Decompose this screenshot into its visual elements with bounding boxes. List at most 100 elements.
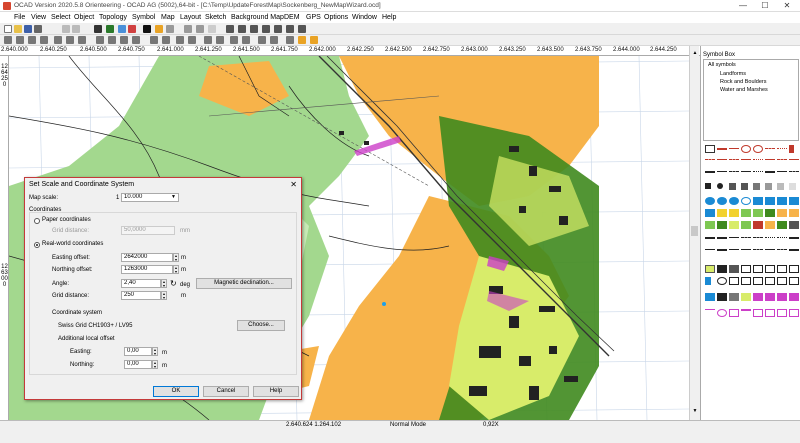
symbol-marked-route-icon[interactable] [741, 309, 751, 317]
reverse-icon[interactable] [78, 36, 86, 44]
symbol-minor-road-icon[interactable] [729, 237, 739, 245]
cancel-button[interactable]: Cancel [203, 386, 249, 397]
symbol-knoll-icon[interactable] [741, 145, 751, 153]
symbol-fodder-rack-icon[interactable] [777, 265, 787, 273]
symbol-rock-face-icon[interactable] [717, 171, 727, 179]
grid-toggle-icon[interactable] [310, 36, 318, 44]
symbol-rock-step-icon[interactable] [729, 171, 739, 179]
menu-layout[interactable]: Layout [180, 13, 201, 22]
symbol-form-line-icon[interactable] [729, 148, 739, 156]
symbol-large-boulder-icon[interactable] [717, 183, 723, 189]
symbol-ruined-fence-icon[interactable] [777, 249, 787, 257]
real-world-coordinates-radio[interactable] [34, 242, 40, 248]
edit-point-icon[interactable] [155, 25, 163, 33]
northing-offset-input[interactable]: 1263000 [121, 265, 173, 274]
pan-icon[interactable] [166, 25, 174, 33]
symbol-boulder-field-icon[interactable] [729, 183, 736, 190]
magnetic-declination-button[interactable]: Magnetic declination... [196, 278, 292, 289]
add-vertex-icon[interactable] [108, 36, 116, 44]
angle-stepper[interactable]: ▴ ▾ [161, 279, 167, 288]
symbol-step-icon[interactable] [789, 159, 799, 167]
area-icon[interactable] [286, 36, 294, 44]
circle-mode-icon[interactable] [250, 25, 258, 33]
symbol-boulder-line-icon[interactable] [765, 171, 775, 179]
symbol-lime-area-icon[interactable] [741, 293, 751, 301]
zoom-in-icon[interactable] [184, 25, 192, 33]
close-window-button[interactable]: ✕ [776, 0, 798, 12]
symbol-crossing-point-icon[interactable] [777, 309, 787, 317]
fill-icon[interactable] [230, 36, 238, 44]
symbol-lake-icon[interactable] [705, 197, 715, 205]
menu-object[interactable]: Object [74, 13, 94, 22]
symbol-contour-icon[interactable] [705, 145, 715, 153]
color-icon[interactable] [106, 25, 114, 33]
symbol-tunnel-icon[interactable] [729, 249, 739, 257]
symbol-power-line-icon[interactable] [705, 249, 715, 257]
symbol-terrace-icon[interactable] [777, 159, 787, 167]
symbol-track-icon[interactable] [741, 237, 751, 245]
info-icon[interactable] [216, 36, 224, 44]
straight-line-mode-icon[interactable] [274, 25, 282, 33]
dash-point-icon[interactable] [150, 36, 158, 44]
symbol-icon[interactable] [128, 25, 136, 33]
number-mode-icon[interactable] [298, 25, 306, 33]
symbol-main-road-icon[interactable] [717, 237, 727, 245]
easting-offset-stepper[interactable]: ▴ ▾ [173, 253, 179, 262]
print-icon[interactable] [34, 25, 42, 33]
additional-easting-input[interactable]: 0,00 [124, 347, 152, 356]
join-icon[interactable] [66, 36, 74, 44]
symbol-path-icon[interactable] [753, 237, 763, 245]
symbol-hedge-icon[interactable] [777, 221, 787, 229]
help-button[interactable]: Help [253, 386, 299, 397]
additional-northing-stepper[interactable]: ▴ ▾ [152, 360, 158, 369]
tree-rock-boulders[interactable]: Rock and Boulders [720, 79, 766, 85]
save-icon[interactable] [24, 25, 32, 33]
symbol-small-path-icon[interactable] [765, 237, 775, 245]
symbol-post-icon[interactable] [789, 277, 799, 285]
hatch-icon[interactable] [270, 36, 278, 44]
tree-all-symbols[interactable]: All symbols [708, 62, 736, 68]
symbol-sandy-ground-icon[interactable] [765, 183, 772, 190]
menu-symbol[interactable]: Symbol [132, 13, 155, 22]
menu-dem[interactable]: DEM [284, 13, 300, 22]
symbol-finish-icon[interactable] [789, 293, 799, 301]
symbol-ring-icon[interactable] [717, 277, 727, 285]
symbol-water-tank-icon[interactable] [705, 293, 715, 301]
symbol-special-feature-icon[interactable] [789, 265, 799, 273]
symbol-scree-icon[interactable] [789, 171, 799, 179]
symbol-building-icon[interactable] [717, 265, 727, 273]
map-vertical-scrollbar[interactable]: ▲ ▼ [689, 46, 699, 420]
symbol-cairn-icon[interactable] [765, 265, 775, 273]
northing-offset-stepper[interactable]: ▴ ▾ [173, 265, 179, 274]
symbol-start-icon[interactable] [777, 293, 787, 301]
symbol-contour-icon[interactable] [717, 148, 727, 156]
symbol-water-point-icon[interactable] [741, 197, 751, 205]
symbol-bare-rock-icon[interactable] [777, 183, 784, 190]
symbol-erosion-icon[interactable] [705, 159, 715, 167]
symbol-control-number-icon[interactable] [729, 309, 739, 317]
cut-hole-icon[interactable] [4, 36, 12, 44]
smooth-icon[interactable] [96, 36, 104, 44]
snap-icon[interactable] [162, 36, 170, 44]
grid-distance-input[interactable]: 250 [121, 291, 161, 300]
symbol-thicket-icon[interactable] [765, 209, 775, 217]
symbol-box-icon[interactable] [741, 277, 751, 285]
undo-icon[interactable] [62, 25, 70, 33]
rotate-icon[interactable]: ↻ [170, 279, 177, 288]
symbol-small-gully-icon[interactable] [729, 159, 739, 167]
scroll-down-icon[interactable]: ▼ [692, 408, 698, 414]
symbol-highway-icon[interactable] [705, 237, 715, 245]
menu-help[interactable]: Help [382, 13, 396, 22]
symbol-slope-icon[interactable] [765, 159, 775, 167]
additional-easting-stepper[interactable]: ▴ ▾ [152, 347, 158, 356]
symbol-tower-icon[interactable] [753, 265, 763, 273]
curve-mode-icon[interactable] [226, 25, 234, 33]
scroll-thumb[interactable] [691, 226, 698, 236]
symbol-rock-pillar-icon[interactable] [741, 171, 751, 179]
reshape-icon[interactable] [40, 36, 48, 44]
symbol-control-icon[interactable] [717, 309, 727, 317]
symbol-first-aid-icon[interactable] [753, 309, 763, 317]
symbol-open-land-icon[interactable] [717, 209, 727, 217]
menu-view[interactable]: View [31, 13, 46, 22]
dialog-close-button[interactable]: ✕ [290, 180, 297, 189]
